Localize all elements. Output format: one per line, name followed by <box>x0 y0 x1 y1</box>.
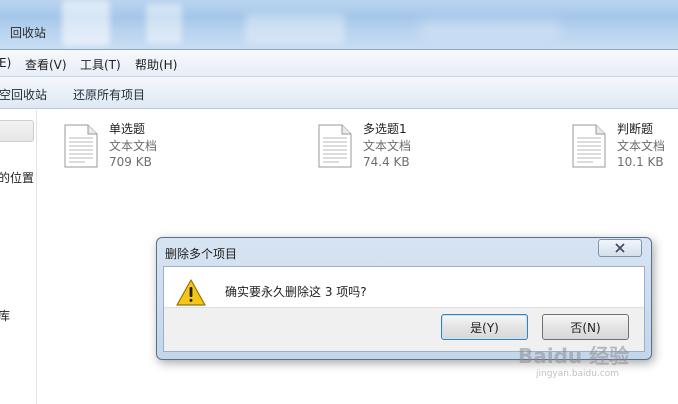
file-type: 文本文档 <box>617 139 666 153</box>
menu-bar: E) 查看(V) 工具(T) 帮助(H) <box>0 50 678 77</box>
menu-edit[interactable]: E) <box>0 56 11 70</box>
watermark-url: jingyan.baidu.com <box>536 369 620 379</box>
close-icon <box>615 243 625 253</box>
file-item[interactable]: 单选题 文本文档 709 KB <box>63 120 263 174</box>
background-blur <box>245 14 345 44</box>
dialog-message: 确实要永久删除这 3 项吗? <box>225 285 367 299</box>
file-size: 709 KB <box>109 155 152 169</box>
navigation-pane: 的位置 库 <box>0 110 37 404</box>
restore-all-button[interactable]: 还原所有项目 <box>73 86 145 103</box>
dialog-close-button[interactable] <box>598 239 642 257</box>
text-file-icon <box>572 124 606 168</box>
background-blur <box>420 20 560 40</box>
file-name: 多选题1 <box>363 122 407 136</box>
background-blur <box>146 4 182 44</box>
file-type: 文本文档 <box>363 139 412 153</box>
watermark-logo: Baidu 经验 <box>518 344 630 368</box>
background-blur <box>62 0 110 46</box>
file-item[interactable]: 多选题1 文本文档 74.4 KB <box>317 120 517 174</box>
empty-recycle-bin-button[interactable]: 空回收站 <box>0 86 47 103</box>
text-file-icon <box>64 124 98 168</box>
text-file-icon <box>318 124 352 168</box>
nav-item-selected[interactable] <box>0 120 34 142</box>
nav-item-recent-places[interactable]: 的位置 <box>0 169 34 186</box>
menu-tools[interactable]: 工具(T) <box>80 56 121 73</box>
watermark: Baidu 经验 jingyan.baidu.com <box>508 336 668 386</box>
file-size: 74.4 KB <box>363 155 410 169</box>
file-type: 文本文档 <box>109 139 158 153</box>
dialog-title: 删除多个项目 <box>165 247 238 261</box>
file-item[interactable]: 判断题 文本文档 10.1 KB <box>571 120 678 174</box>
menu-view[interactable]: 查看(V) <box>25 56 67 73</box>
menu-help[interactable]: 帮助(H) <box>135 56 177 73</box>
command-bar: 空回收站 还原所有项目 <box>0 77 678 109</box>
warning-icon <box>176 279 206 306</box>
title-bar[interactable]: 回收站 <box>0 0 678 50</box>
window-title: 回收站 <box>10 26 47 40</box>
file-name: 单选题 <box>109 122 146 136</box>
file-size: 10.1 KB <box>617 155 664 169</box>
file-name: 判断题 <box>617 122 654 136</box>
nav-item-libraries[interactable]: 库 <box>0 307 10 324</box>
